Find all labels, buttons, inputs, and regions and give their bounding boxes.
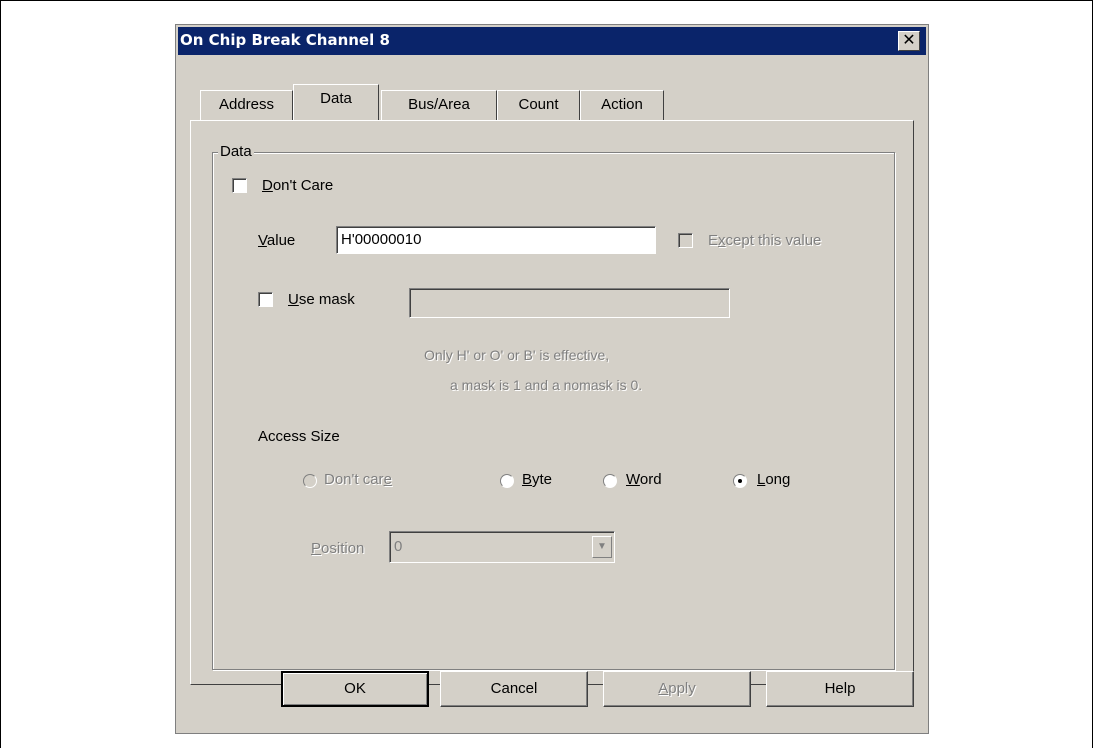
tab-action[interactable]: Action xyxy=(580,90,664,120)
tab-data[interactable]: Data xyxy=(293,84,379,120)
tab-action-label: Action xyxy=(601,96,643,113)
radio-dont-care[interactable] xyxy=(303,474,317,488)
except-value-label: Except this value xyxy=(708,232,822,249)
dont-care-label: Don't Care xyxy=(262,177,334,194)
radio-byte[interactable] xyxy=(500,474,514,488)
title-bar[interactable]: On Chip Break Channel 8 ✕ xyxy=(178,27,926,55)
close-icon: ✕ xyxy=(902,30,916,49)
cancel-button[interactable]: Cancel xyxy=(440,671,588,707)
apply-button[interactable]: Apply xyxy=(603,671,751,707)
ok-button[interactable]: OK xyxy=(281,671,429,707)
tab-bus-area-label: Bus/Area xyxy=(408,96,470,113)
value-input[interactable]: H'00000010 xyxy=(336,226,656,254)
radio-dont-care-label: Don't care xyxy=(324,471,392,488)
radio-long[interactable] xyxy=(733,474,747,488)
chevron-down-icon: ▼ xyxy=(597,541,607,552)
mask-input[interactable] xyxy=(409,288,730,318)
use-mask-checkbox[interactable] xyxy=(258,292,273,307)
position-select[interactable]: 0 xyxy=(389,531,615,563)
tab-address-label: Address xyxy=(218,96,275,113)
tab-data-label: Data xyxy=(320,90,352,107)
radio-selected-dot xyxy=(738,479,742,483)
data-group-legend: Data xyxy=(218,143,254,160)
tab-address[interactable]: Address xyxy=(200,90,293,120)
radio-long-label: Long xyxy=(757,471,791,488)
mask-hint-line1: Only H' or O' or B' is effective, xyxy=(424,347,610,363)
except-value-checkbox[interactable] xyxy=(678,233,693,248)
dialog-title: On Chip Break Channel 8 xyxy=(180,31,390,49)
dont-care-checkbox[interactable] xyxy=(232,178,247,193)
access-size-label: Access Size xyxy=(258,428,340,445)
radio-byte-label: Byte xyxy=(522,471,553,488)
tab-count[interactable]: Count xyxy=(497,90,580,120)
value-label: Value xyxy=(258,232,296,249)
tab-bus-area[interactable]: Bus/Area xyxy=(381,90,497,120)
tab-count-label: Count xyxy=(518,96,559,113)
radio-word-label: Word xyxy=(626,471,662,488)
position-dropdown-button[interactable]: ▼ xyxy=(592,536,612,558)
mask-hint-line2: a mask is 1 and a nomask is 0. xyxy=(450,377,643,393)
position-label: Position xyxy=(311,540,365,557)
help-button[interactable]: Help xyxy=(766,671,914,707)
radio-word[interactable] xyxy=(603,474,617,488)
use-mask-label: Use mask xyxy=(288,291,355,308)
close-button[interactable]: ✕ xyxy=(898,31,920,51)
